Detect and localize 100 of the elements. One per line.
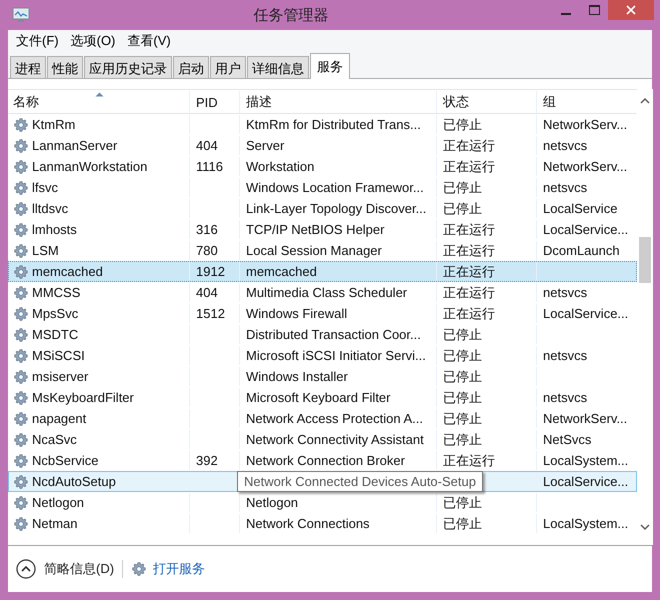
gear-icon [13, 516, 29, 532]
description-cell: Network Connectivity Assistant [246, 432, 424, 447]
gear-icon [13, 138, 29, 154]
group-cell: netsvcs [543, 285, 588, 300]
table-row[interactable]: Netman Network Connections 已停止 LocalSystem... [8, 513, 637, 534]
close-button[interactable] [608, 0, 654, 20]
table-row[interactable]: napagent Network Access Protection A... 已停止 NetworkServ... [8, 408, 637, 429]
service-name: Netman [32, 516, 78, 531]
table-row[interactable]: LSM 780 Local Session Manager 正在运行 DcomLaunch [8, 240, 637, 261]
status-cell: 正在运行 [443, 284, 495, 302]
table-row[interactable]: NcbService 392 Network Connection Broker 正在运行 LocalSystem... [8, 450, 637, 471]
column-header[interactable]: 名称 [9, 91, 189, 113]
column-header[interactable]: 状态 [436, 91, 536, 113]
gear-icon [13, 348, 29, 364]
group-cell: netsvcs [543, 348, 588, 363]
open-services-link[interactable]: 打开服务 [131, 560, 206, 578]
status-cell: 已停止 [443, 326, 482, 344]
minimize-icon [561, 12, 571, 14]
tab[interactable]: 服务 [310, 53, 350, 79]
description-cell: memcached [246, 264, 317, 279]
scroll-up-icon[interactable] [640, 97, 650, 105]
status-cell: 已停止 [443, 178, 482, 196]
table-row[interactable]: MsKeyboardFilter Microsoft Keyboard Filter 已停止 netsvcs [8, 387, 637, 408]
description-cell: Link-Layer Topology Discover... [246, 201, 426, 216]
menu-item[interactable]: 选项(O) [64, 32, 122, 50]
status-cell: 已停止 [443, 430, 482, 448]
scroll-down-icon[interactable] [640, 523, 650, 531]
service-name: NcaSvc [32, 432, 77, 447]
description-cell: TCP/IP NetBIOS Helper [246, 222, 384, 237]
monitor-icon [12, 7, 30, 23]
status-cell: 已停止 [443, 200, 482, 218]
table-row[interactable]: MpsSvc 1512 Windows Firewall 正在运行 LocalService... [8, 303, 637, 324]
fewer-details-button[interactable]: 简略信息(D) [16, 559, 114, 579]
tab[interactable]: 详细信息 [247, 56, 309, 78]
group-cell: LocalSystem... [543, 516, 628, 531]
table-row[interactable]: MSiSCSI Microsoft iSCSI Initiator Servi... 已停止 netsvcs [8, 345, 637, 366]
service-name: memcached [32, 264, 103, 279]
gear-icon [13, 368, 29, 384]
pid-cell: 404 [196, 285, 218, 300]
table-row[interactable]: msiserver Windows Installer 已停止 [8, 366, 637, 387]
description-cell: Server [246, 138, 284, 153]
status-cell: 正在运行 [443, 158, 495, 176]
gear-icon [13, 284, 29, 300]
group-cell: NetworkServ... [543, 117, 628, 132]
gear-icon [13, 390, 29, 406]
pid-cell: 1912 [196, 264, 225, 279]
gear-icon [13, 222, 29, 238]
group-cell: NetSvcs [543, 432, 592, 447]
gear-icon [131, 561, 148, 577]
column-header[interactable]: 组 [536, 91, 636, 113]
tab[interactable]: 用户 [210, 56, 246, 78]
gear-icon [13, 326, 29, 342]
service-name: LSM [32, 243, 59, 258]
column-header[interactable]: 描述 [239, 91, 436, 113]
tab[interactable]: 应用历史记录 [84, 56, 172, 78]
tab[interactable]: 性能 [47, 56, 83, 78]
column-header[interactable]: PID [189, 91, 239, 113]
group-cell: netsvcs [543, 390, 588, 405]
table-row[interactable]: LanmanServer 404 Server 正在运行 netsvcs [8, 135, 637, 156]
maximize-icon [588, 5, 600, 15]
gear-icon [13, 474, 29, 490]
tab[interactable]: 启动 [173, 56, 209, 78]
gear-icon [13, 494, 29, 510]
table-row[interactable]: NcdAutoSetup Network Connected Devices Auto-Setup LocalService... [8, 471, 637, 492]
gear-icon [13, 410, 29, 426]
service-name: MMCSS [32, 285, 80, 300]
menu-item[interactable]: 查看(V) [121, 32, 177, 50]
table-row[interactable]: Netlogon Netlogon 已停止 [8, 492, 637, 513]
scrollbar-thumb[interactable] [639, 237, 651, 283]
table-row[interactable]: MSDTC Distributed Transaction Coor... 已停止 [8, 324, 637, 345]
table-row[interactable]: lfsvc Windows Location Framewor... 已停止 netsvcs [8, 177, 637, 198]
pid-cell: 1116 [196, 159, 223, 174]
service-name: MpsSvc [32, 306, 78, 321]
status-cell: 正在运行 [443, 452, 495, 470]
group-cell: netsvcs [543, 180, 588, 195]
description-cell: Network Connections [246, 516, 370, 531]
group-cell: NetworkServ... [543, 159, 628, 174]
description-cell: Netlogon [246, 495, 298, 510]
service-name: NcbService [32, 453, 98, 468]
gear-icon [13, 180, 29, 196]
table-row[interactable]: LanmanWorkstation 1116 Workstation 正在运行 NetworkServ... [8, 156, 637, 177]
gear-icon [13, 306, 29, 322]
tab[interactable]: 进程 [10, 56, 46, 78]
table-row[interactable]: KtmRm KtmRm for Distributed Trans... 已停止 NetworkServ... [8, 114, 637, 135]
service-name: LanmanWorkstation [32, 159, 148, 174]
status-cell: 已停止 [443, 116, 482, 134]
gear-icon [13, 158, 29, 174]
table-row[interactable]: lmhosts 316 TCP/IP NetBIOS Helper 正在运行 LocalService... [8, 219, 637, 240]
menu-item[interactable]: 文件(F) [10, 32, 65, 50]
description-cell: Distributed Transaction Coor... [246, 327, 421, 342]
table-row[interactable]: MMCSS 404 Multimedia Class Scheduler 正在运行 netsvcs [8, 282, 637, 303]
status-cell: 已停止 [443, 388, 482, 406]
table-row[interactable]: NcaSvc Network Connectivity Assistant 已停止 NetSvcs [8, 429, 637, 450]
table-row[interactable]: memcached 1912 memcached 正在运行 [8, 261, 637, 282]
gear-icon [13, 264, 29, 280]
window-title: 任务管理器 [252, 6, 330, 24]
service-name: MsKeyboardFilter [32, 390, 134, 405]
status-cell: 已停止 [443, 494, 482, 512]
status-cell: 已停止 [443, 410, 482, 428]
table-row[interactable]: lltdsvc Link-Layer Topology Discover... 已停止 LocalService [8, 198, 637, 219]
